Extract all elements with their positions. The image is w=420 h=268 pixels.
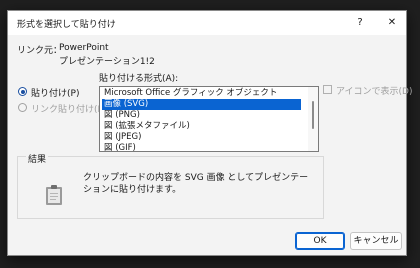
dialog-title: 形式を選択して貼り付け — [17, 20, 116, 30]
title-bar: 形式を選択して貼り付け ? ✕ — [8, 11, 406, 35]
radio-paste-link-indicator[interactable] — [18, 103, 27, 112]
help-button[interactable]: ? — [352, 15, 368, 31]
format-item-png[interactable]: 図 (PNG) — [102, 110, 142, 121]
source-detail: プレゼンテーション1!2 — [59, 57, 155, 67]
radio-paste-link-label[interactable]: リンク貼り付け(L) — [31, 102, 106, 115]
clipboard-icon — [46, 185, 62, 205]
format-item-svg[interactable]: 画像 (SVG) — [102, 99, 301, 110]
result-title: 結果 — [26, 152, 49, 165]
source-label: リンク元： — [17, 46, 63, 56]
show-as-icon-checkbox[interactable] — [323, 85, 332, 94]
format-item-jpeg[interactable]: 図 (JPEG) — [102, 132, 143, 143]
scrollbar-thumb[interactable] — [312, 101, 314, 129]
format-label: 貼り付ける形式(A): — [99, 74, 179, 84]
paste-special-dialog: 形式を選択して貼り付け ? ✕ リンク元： PowerPoint プレゼンテーシ… — [7, 10, 413, 256]
format-item-emf[interactable]: 図 (拡張メタファイル) — [102, 121, 192, 132]
radio-paste-label[interactable]: 貼り付け(P) — [31, 86, 79, 99]
close-button[interactable]: ✕ — [384, 15, 400, 31]
result-group: 結果 クリップボードの内容を SVG 画像 としてプレゼンテーションに貼り付けま… — [17, 152, 324, 219]
show-as-icon-label[interactable]: アイコンで表示(D) — [336, 84, 413, 97]
format-item-gif[interactable]: 図 (GIF) — [102, 143, 138, 151]
result-text: クリップボードの内容を SVG 画像 としてプレゼンテーションに貼り付けます。 — [83, 173, 309, 195]
format-item-office-graphic[interactable]: Microsoft Office グラフィック オブジェクト — [102, 88, 279, 99]
ok-button[interactable]: OK — [295, 232, 345, 250]
listbox-scrollbar[interactable] — [308, 87, 318, 151]
source-app: PowerPoint — [59, 43, 109, 53]
radio-paste-indicator[interactable] — [18, 87, 27, 96]
cancel-button[interactable]: キャンセル — [350, 232, 402, 250]
format-listbox[interactable]: Microsoft Office グラフィック オブジェクト 画像 (SVG) … — [99, 86, 319, 152]
